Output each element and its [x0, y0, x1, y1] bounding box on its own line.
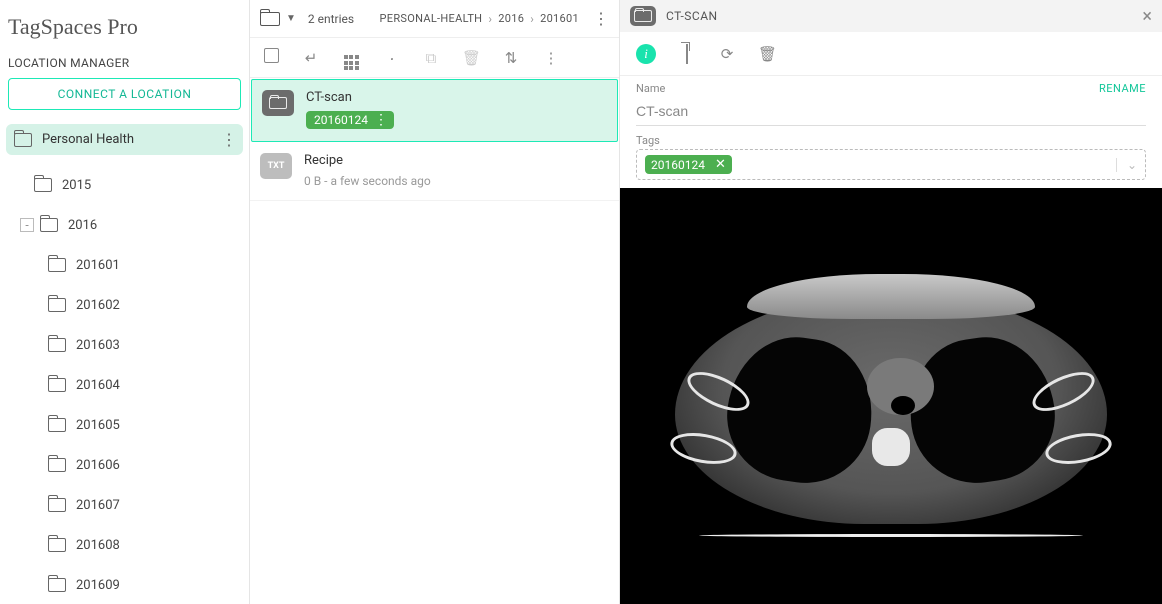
copy-icon[interactable]: ⧉ — [422, 49, 440, 67]
tree-item-label: 201608 — [76, 538, 120, 553]
tree-item[interactable]: 201601 — [0, 245, 249, 285]
name-label: Name — [636, 82, 665, 95]
rename-button[interactable]: RENAME — [1099, 82, 1146, 95]
close-icon[interactable]: × — [1142, 6, 1152, 27]
tree-item[interactable]: 201603 — [0, 325, 249, 365]
tree-item-label: 201606 — [76, 458, 120, 473]
back-icon[interactable]: ↵ — [302, 49, 320, 67]
tree-item[interactable]: 201602 — [0, 285, 249, 325]
breadcrumb-item[interactable]: PERSONAL-HEALTH — [380, 12, 483, 25]
select-all-checkbox[interactable] — [262, 48, 280, 67]
tree-item[interactable]: 2015 — [0, 165, 249, 205]
collapse-icon[interactable]: - — [20, 218, 34, 232]
entry-item[interactable]: CT-scan 20160124 ⋮ — [251, 79, 618, 142]
refresh-icon[interactable]: ⟳ — [718, 45, 736, 63]
tree-item-label: 201601 — [76, 258, 120, 273]
tag-chip[interactable]: 20160124 ✕ — [645, 155, 732, 174]
folder-icon — [48, 458, 66, 472]
tag-chip-label: 20160124 — [314, 113, 368, 127]
folder-icon — [630, 6, 656, 26]
folder-icon — [48, 418, 66, 432]
tree-item[interactable]: 201608 — [0, 525, 249, 565]
tree-item[interactable]: 201605 — [0, 405, 249, 445]
folder-icon — [48, 338, 66, 352]
tree-item-label: 201602 — [76, 298, 120, 313]
location-item-menu-icon[interactable]: ⋮ — [221, 135, 237, 145]
folder-icon[interactable] — [260, 12, 280, 26]
detail-toolbar: i ⟳ 🗑 — [620, 32, 1162, 76]
folder-icon — [34, 178, 52, 192]
detail-header: CT-SCAN × — [620, 0, 1162, 32]
tree-item-label: 201607 — [76, 498, 120, 513]
tags-input[interactable]: 20160124 ✕ ⌄ — [636, 149, 1146, 180]
location-item-label: Personal Health — [42, 132, 134, 147]
connect-location-button[interactable]: CONNECT A LOCATION — [8, 78, 241, 110]
delete-icon[interactable]: 🗑 — [758, 45, 776, 63]
tree-item[interactable]: - 2016 — [0, 205, 249, 245]
detail-title: CT-SCAN — [666, 9, 718, 23]
app-brand: TagSpaces Pro — [0, 10, 249, 52]
entry-subtitle: 0 B - a few seconds ago — [304, 174, 431, 188]
breadcrumb-menu-icon[interactable]: ⋮ — [593, 14, 609, 24]
detail-form: Name RENAME Tags 20160124 ✕ ⌄ — [620, 76, 1162, 188]
folder-dropdown-icon[interactable]: ▼ — [286, 13, 296, 24]
chevron-right-icon: › — [530, 12, 534, 26]
entry-list-pane: ▼ 2 entries PERSONAL-HEALTH›2016›201601 … — [250, 0, 620, 604]
tree-item-label: 2015 — [62, 178, 91, 193]
sidebar: TagSpaces Pro LOCATION MANAGER CONNECT A… — [0, 0, 250, 604]
entry-list: CT-scan 20160124 ⋮ TXT Recipe 0 B - a few sec… — [250, 78, 619, 604]
tags-label: Tags — [636, 134, 660, 147]
tree-item-label: 2016 — [68, 218, 97, 233]
location-item[interactable]: Personal Health ⋮ — [6, 124, 243, 155]
entry-title: Recipe — [304, 153, 431, 168]
tree-item-label: 201605 — [76, 418, 120, 433]
chevron-right-icon: › — [488, 12, 492, 26]
breadcrumb: PERSONAL-HEALTH › 2016 › 201601 — [380, 12, 579, 26]
open-external-icon[interactable] — [678, 45, 696, 63]
entry-toolbar: ↵ ⧉ 🗑 ⇅ ⋮ — [250, 38, 619, 78]
tag-menu-icon[interactable]: ⋮ — [374, 115, 388, 125]
entry-count: 2 entries — [308, 12, 354, 26]
folder-icon — [48, 258, 66, 272]
tree-item-label: 201603 — [76, 338, 120, 353]
folder-icon — [40, 218, 58, 232]
entry-item[interactable]: TXT Recipe 0 B - a few seconds ago — [250, 143, 619, 201]
tree-item[interactable]: 201604 — [0, 365, 249, 405]
entry-list-header: ▼ 2 entries PERSONAL-HEALTH›2016›201601 … — [250, 0, 619, 38]
tree-item-label: 201604 — [76, 378, 120, 393]
folder-icon — [48, 298, 66, 312]
detail-pane: CT-SCAN × i ⟳ 🗑 Name RENAME Tags 2016012… — [620, 0, 1162, 604]
ct-scan-image — [651, 236, 1131, 556]
folder-icon — [48, 538, 66, 552]
tree-item-label: 201609 — [76, 578, 120, 593]
folder-icon — [48, 578, 66, 592]
tree-item[interactable]: 201606 — [0, 445, 249, 485]
info-icon[interactable]: i — [636, 44, 656, 64]
name-input[interactable] — [636, 97, 1146, 126]
folder-icon — [14, 133, 32, 147]
entry-title: CT-scan — [306, 90, 394, 105]
file-preview — [620, 188, 1162, 604]
tree-item[interactable]: 201607 — [0, 485, 249, 525]
remove-tag-icon[interactable]: ✕ — [715, 157, 726, 172]
tag-chip[interactable]: 20160124 ⋮ — [306, 111, 394, 129]
folder-icon — [48, 378, 66, 392]
grid-view-icon[interactable] — [342, 45, 360, 70]
breadcrumb-item[interactable]: 201601 — [540, 12, 579, 25]
breadcrumb-item[interactable]: 2016 — [498, 12, 524, 25]
folder-icon — [48, 498, 66, 512]
folder-icon — [262, 90, 294, 116]
location-manager-header: LOCATION MANAGER — [0, 52, 249, 78]
tree-item[interactable]: 201609 — [0, 565, 249, 604]
folder-tree: 2015 - 2016 201601 201602 201603 201604 201605 2… — [0, 161, 249, 604]
sort-icon[interactable]: ⇅ — [502, 49, 520, 67]
txt-badge: TXT — [260, 153, 292, 179]
tags-dropdown-icon[interactable]: ⌄ — [1116, 158, 1137, 172]
tag-chip-label: 20160124 — [651, 158, 705, 172]
more-menu-icon[interactable]: ⋮ — [542, 49, 560, 67]
delete-icon[interactable]: 🗑 — [462, 49, 480, 67]
